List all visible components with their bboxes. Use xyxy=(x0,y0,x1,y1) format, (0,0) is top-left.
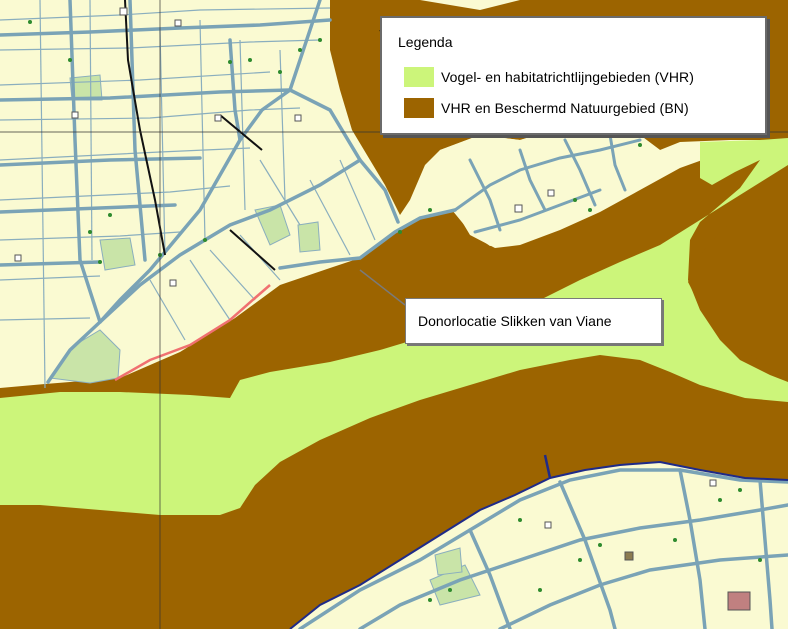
legend-label-vhr: Vogel- en habitatrichtlijngebieden (VHR) xyxy=(441,69,695,85)
legend-swatch-vhr xyxy=(404,67,434,87)
legend-swatch-vhr-bn xyxy=(404,98,434,118)
donor-location-label: Donorlocatie Slikken van Viane xyxy=(418,313,612,329)
donor-location-callout: Donorlocatie Slikken van Viane xyxy=(405,298,662,344)
legend-panel: Legenda Vogel- en habitatrichtlijngebied… xyxy=(380,16,767,135)
legend-title: Legenda xyxy=(398,34,453,50)
legend-label-vhr-bn: VHR en Beschermd Natuurgebied (BN) xyxy=(441,100,689,116)
legend-item-vhr: Vogel- en habitatrichtlijngebieden (VHR) xyxy=(404,66,694,88)
legend-item-vhr-bn: VHR en Beschermd Natuurgebied (BN) xyxy=(404,97,689,119)
